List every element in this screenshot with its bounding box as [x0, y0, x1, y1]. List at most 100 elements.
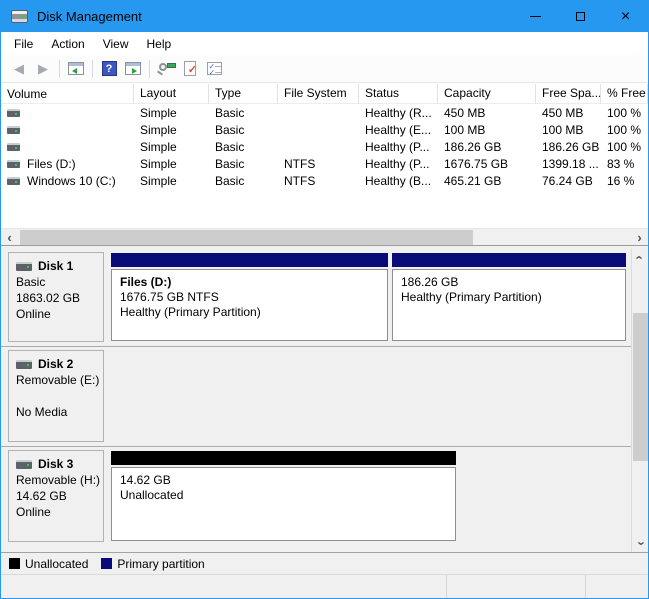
legend-label: Unallocated — [25, 557, 88, 571]
free-space-cell: 100 MB — [536, 123, 601, 137]
column-header-volume[interactable]: Volume — [1, 84, 134, 104]
volume-icon — [7, 109, 20, 117]
partition-size: 1676.75 GB NTFS — [120, 290, 379, 305]
capacity-cell: 465.21 GB — [438, 174, 536, 188]
capacity-cell: 100 MB — [438, 123, 536, 137]
disk-status: Online — [16, 306, 101, 322]
rescan-disks-button[interactable] — [154, 58, 178, 80]
window-title: Disk Management — [37, 9, 142, 24]
toolbar-separator — [92, 60, 93, 78]
type-cell: Basic — [209, 123, 278, 137]
disk-2-label[interactable]: Disk 2 Removable (E:) No Media — [8, 350, 104, 442]
free-space-cell: 186.26 GB — [536, 140, 601, 154]
horizontal-scrollbar[interactable]: ‹ › — [1, 228, 648, 245]
volume-cell: Windows 10 (C:) — [1, 174, 134, 188]
partition-title: Files (D:) — [120, 275, 379, 290]
volume-row[interactable]: Simple Basic Healthy (R... 450 MB 450 MB… — [1, 104, 648, 121]
free-space-cell: 450 MB — [536, 106, 601, 120]
volume-row-files-d[interactable]: Files (D:) Simple Basic NTFS Healthy (P.… — [1, 155, 648, 172]
volume-row-windows-10-c[interactable]: Windows 10 (C:) Simple Basic NTFS Health… — [1, 172, 648, 189]
vertical-scrollbar[interactable]: ‹ ‹ — [631, 249, 648, 552]
layout-cell: Simple — [134, 123, 209, 137]
volume-list: Volume Layout Type File System Status Ca… — [1, 84, 648, 246]
column-header-status[interactable]: Status — [359, 84, 438, 104]
volume-cell: Files (D:) — [1, 157, 134, 171]
back-button[interactable]: ◀ — [7, 58, 31, 80]
scroll-up-button[interactable]: ‹ — [632, 249, 649, 266]
column-header-file-system[interactable]: File System — [278, 84, 359, 104]
disk-graphical-view: Disk 1 Basic 1863.02 GB Online Files (D:… — [1, 249, 648, 552]
partition-color-strip — [392, 253, 626, 267]
disk-name: Disk 2 — [38, 356, 73, 372]
disk-1-label[interactable]: Disk 1 Basic 1863.02 GB Online — [8, 252, 104, 342]
task-list-button[interactable]: ✓ — [202, 58, 226, 80]
volume-icon — [7, 126, 20, 134]
scroll-left-button[interactable]: ‹ — [1, 229, 18, 246]
close-button[interactable]: × — [603, 1, 648, 32]
disk-management-window: Disk Management × File Action View Help … — [0, 0, 649, 599]
disk-status: No Media — [16, 404, 101, 420]
percent-free-cell: 100 % — [601, 106, 648, 120]
status-pane — [585, 575, 648, 598]
disk-icon — [16, 360, 32, 369]
help-button[interactable]: ? — [97, 58, 121, 80]
type-cell: Basic — [209, 174, 278, 188]
disk-3-label[interactable]: Disk 3 Removable (H:) 14.62 GB Online — [8, 450, 104, 542]
minimize-button[interactable] — [513, 1, 558, 32]
volume-row[interactable]: Simple Basic Healthy (E... 100 MB 100 MB… — [1, 121, 648, 138]
back-arrow-icon: ◀ — [14, 61, 24, 77]
type-cell: Basic — [209, 157, 278, 171]
partition-color-strip — [111, 451, 456, 465]
partition-files-d[interactable]: Files (D:) 1676.75 GB NTFS Healthy (Prim… — [111, 253, 388, 341]
scroll-right-icon: › — [637, 230, 641, 245]
menu-action[interactable]: Action — [42, 34, 93, 54]
disk-kind: Removable (E:) — [16, 372, 101, 388]
forward-button[interactable]: ▶ — [31, 58, 55, 80]
column-header-type[interactable]: Type — [209, 84, 278, 104]
scroll-right-button[interactable]: › — [631, 229, 648, 246]
help-icon: ? — [102, 61, 117, 76]
show-console-tree-button[interactable] — [64, 58, 88, 80]
scroll-left-icon: ‹ — [7, 230, 11, 245]
disk-2-band: Disk 2 Removable (E:) No Media — [1, 347, 648, 447]
partition-status: Healthy (Primary Partition) — [401, 290, 617, 305]
show-action-pane-button[interactable] — [121, 58, 145, 80]
column-header-free-space[interactable]: Free Spa... — [536, 84, 601, 104]
menu-file[interactable]: File — [5, 34, 42, 54]
disk-3-band: Disk 3 Removable (H:) 14.62 GB Online 14… — [1, 447, 648, 546]
free-space-cell: 76.24 GB — [536, 174, 601, 188]
horizontal-scrollbar-thumb[interactable] — [20, 230, 473, 245]
status-cell: Healthy (E... — [359, 123, 438, 137]
file-system-cell: NTFS — [278, 174, 359, 188]
scroll-down-button[interactable]: ‹ — [632, 535, 649, 552]
volume-cell — [1, 109, 134, 117]
toolbar: ◀ ▶ ? ✓ ✓ — [1, 55, 648, 83]
volume-icon — [7, 143, 20, 151]
column-header-layout[interactable]: Layout — [134, 84, 209, 104]
status-bar — [1, 574, 648, 598]
partition-body: 186.26 GB Healthy (Primary Partition) — [392, 269, 626, 341]
column-header-percent-free[interactable]: % Free — [601, 84, 648, 104]
maximize-button[interactable] — [558, 1, 603, 32]
percent-free-cell: 83 % — [601, 157, 648, 171]
status-pane — [446, 575, 585, 598]
status-cell: Healthy (R... — [359, 106, 438, 120]
volume-row[interactable]: Simple Basic Healthy (P... 186.26 GB 186… — [1, 138, 648, 155]
partition-unallocated[interactable]: 14.62 GB Unallocated — [111, 451, 456, 541]
menu-help[interactable]: Help — [138, 34, 181, 54]
menu-view[interactable]: View — [94, 34, 138, 54]
app-icon[interactable] — [11, 10, 28, 23]
legend-label: Primary partition — [117, 557, 204, 571]
check-disk-button[interactable]: ✓ — [178, 58, 202, 80]
scroll-up-icon: ‹ — [633, 255, 648, 259]
disk-kind: Removable (H:) — [16, 472, 101, 488]
checklist-icon: ✓ — [207, 62, 222, 75]
console-tree-icon — [68, 62, 84, 75]
capacity-cell: 1676.75 GB — [438, 157, 536, 171]
partition-size: 186.26 GB — [401, 275, 617, 290]
disk-name: Disk 3 — [38, 456, 73, 472]
column-header-capacity[interactable]: Capacity — [438, 84, 536, 104]
status-cell: Healthy (P... — [359, 157, 438, 171]
vertical-scrollbar-thumb[interactable] — [633, 313, 648, 461]
partition-unnamed[interactable]: 186.26 GB Healthy (Primary Partition) — [392, 253, 626, 341]
